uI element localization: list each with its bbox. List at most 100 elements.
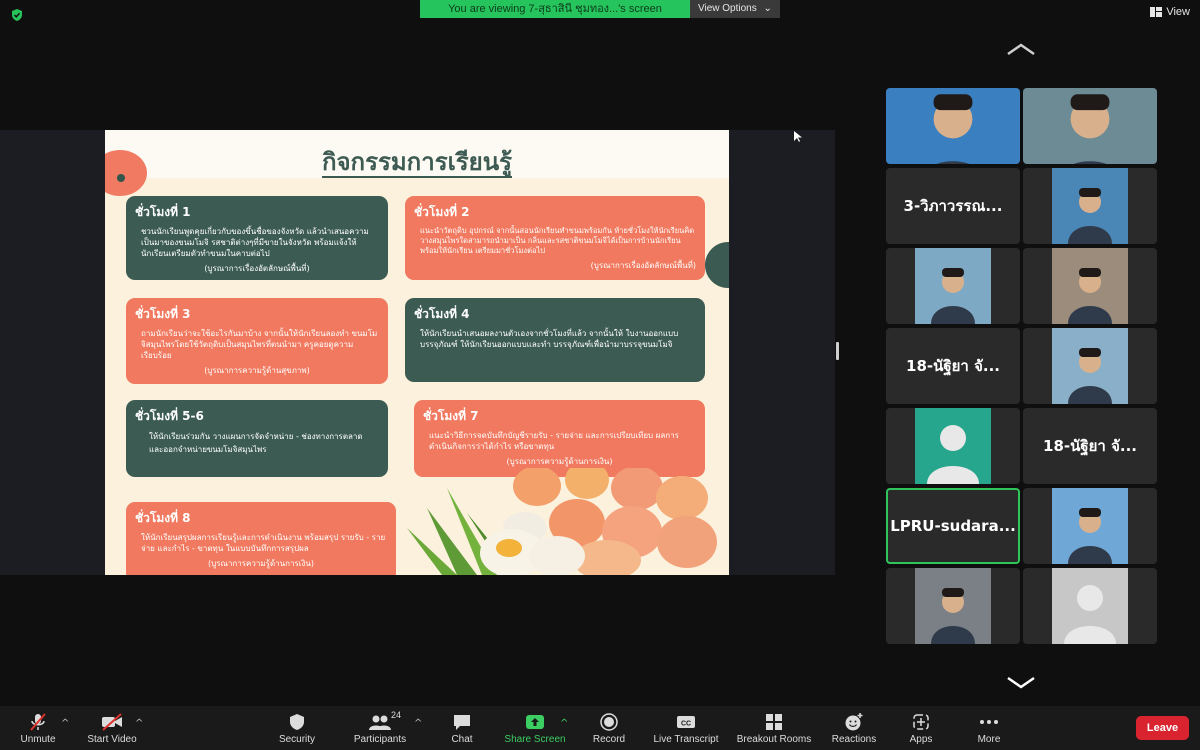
activity-card-hour-1: ชั่วโมงที่ 1 ชวนนักเรียนพูดคุยเกี่ยวกับข… [126, 196, 388, 280]
participant-tile[interactable] [1023, 568, 1157, 644]
participant-video [915, 248, 991, 324]
chevron-down-icon: ⌄ [763, 3, 772, 14]
shared-slide: กิจกรรมการเรียนรู้ ชั่วโมงที่ 1 ชวนนักเร… [105, 130, 729, 575]
participant-name: 18-นัฐิยา จั... [906, 357, 1000, 375]
card-note: (บูรณาการเรื่องอัตลักษณ์พื้นที่) [204, 264, 310, 273]
card-title: ชั่วโมงที่ 1 [135, 205, 191, 219]
participants-button[interactable]: 24 Participants [340, 710, 420, 745]
chat-button[interactable]: Chat [422, 712, 502, 745]
activity-card-hour-3: ชั่วโมงที่ 3 ถามนักเรียนว่าจะใช้อะไรกันม… [126, 298, 388, 384]
share-screen-label: Share Screen [504, 734, 566, 745]
participant-video [1052, 328, 1128, 404]
meeting-toolbar: Unmute ^ Start Video ^ Security 24 Parti… [0, 706, 1200, 750]
record-label: Record [592, 734, 626, 745]
apps-icon [910, 712, 932, 732]
share-options-caret-icon[interactable]: ^ [560, 718, 568, 729]
chat-bubble-icon [451, 712, 473, 732]
split-resize-handle[interactable] [836, 342, 839, 360]
more-label: More [977, 734, 1001, 745]
participant-tile[interactable]: 3-วิภาวรรณ... [886, 168, 1020, 244]
grid-view-icon [1150, 7, 1163, 17]
view-button-label: View [1166, 6, 1190, 18]
video-options-caret-icon[interactable]: ^ [135, 718, 143, 729]
participant-tile[interactable] [886, 408, 1020, 484]
avatar-placeholder-icon [915, 408, 991, 484]
participant-name: 3-วิภาวรรณ... [903, 197, 1003, 215]
more-ellipsis-icon [978, 712, 1000, 732]
audio-options-caret-icon[interactable]: ^ [61, 718, 69, 729]
decorative-circle-right [705, 242, 729, 288]
participant-tile[interactable] [1023, 88, 1157, 164]
card-note: (บูรณาการความรู้ด้านการเงิน) [208, 559, 314, 568]
live-transcript-label: Live Transcript [653, 734, 719, 745]
gallery-scroll-up-icon[interactable] [1006, 42, 1036, 56]
video-off-icon [101, 712, 123, 732]
participant-tile[interactable] [1023, 248, 1157, 324]
card-title: ชั่วโมงที่ 8 [135, 511, 191, 525]
card-note: (บูรณาการความรู้ด้านการเงิน) [506, 457, 613, 466]
view-options-label: View Options [698, 3, 757, 14]
activity-card-hour-8: ชั่วโมงที่ 8 ให้นักเรียนสรุปผลการเรียนรู… [126, 502, 396, 575]
card-title: ชั่วโมงที่ 4 [414, 307, 470, 321]
activity-card-hour-2: ชั่วโมงที่ 2 แนะนำวัตถุดิบ อุปกรณ์ จากนั… [405, 196, 705, 280]
mouse-pointer-icon [794, 131, 802, 142]
participant-tile[interactable] [886, 248, 1020, 324]
gallery-scroll-down-icon[interactable] [1006, 676, 1036, 690]
participant-name: 18-นัฐิยา จั... [1043, 437, 1137, 455]
shield-icon [286, 712, 308, 732]
participant-name: LPRU-sudara... [890, 517, 1016, 535]
apps-label: Apps [909, 734, 933, 745]
closed-caption-icon: CC [675, 712, 697, 732]
breakout-rooms-icon [763, 712, 785, 732]
svg-text:CC: CC [681, 721, 691, 728]
participant-tile[interactable]: 18-นัฐิยา จั... [886, 328, 1020, 404]
participant-video [915, 568, 991, 644]
participants-icon: 24 [369, 710, 401, 732]
breakout-rooms-button[interactable]: Breakout Rooms [734, 712, 814, 745]
participant-tile[interactable] [1023, 328, 1157, 404]
participant-video [1052, 488, 1128, 564]
view-options-button[interactable]: View Options ⌄ [690, 0, 780, 18]
start-video-label: Start Video [87, 734, 137, 745]
live-transcript-button[interactable]: CC Live Transcript [646, 712, 726, 745]
card-body: แนะนำวิธีการจดบันทึกบัญชีรายรับ - รายจ่า… [429, 431, 679, 451]
card-note: (บูรณาการความรู้ด้านสุขภาพ) [204, 366, 310, 375]
avatar-placeholder-icon [1052, 568, 1128, 644]
share-screen-icon [524, 712, 546, 732]
card-body: ชวนนักเรียนพูดคุยเกี่ยวกับของขึ้นชื่อของ… [141, 227, 369, 258]
participants-count: 24 [391, 710, 402, 720]
chat-label: Chat [451, 734, 473, 745]
card-note: (บูรณาการเรื่องอัตลักษณ์พื้นที่) [590, 261, 696, 270]
participant-video [1052, 168, 1128, 244]
participant-tile[interactable] [1023, 168, 1157, 244]
more-button[interactable]: More [949, 712, 1029, 745]
participant-tile[interactable] [886, 88, 1020, 164]
card-body: ให้นักเรียนสรุปผลการเรียนรู้และการดำเนิน… [141, 533, 386, 553]
record-button[interactable]: Record [569, 712, 649, 745]
mochi-food-image [407, 468, 717, 575]
participant-video [1023, 88, 1157, 164]
smiley-icon [843, 712, 865, 732]
record-icon [598, 712, 620, 732]
slide-title: กิจกรรมการเรียนรู้ [321, 148, 513, 178]
activity-card-hour-4: ชั่วโมงที่ 4 ให้นักเรียนนำเสนอผลงานตัวเอ… [405, 298, 705, 382]
zoom-window: You are viewing 7-สุธาสินี ชุมทอง...'s s… [0, 0, 1200, 750]
unmute-label: Unmute [20, 734, 56, 745]
participant-tile[interactable]: LPRU-sudara... [886, 488, 1020, 564]
card-title: ชั่วโมงที่ 5-6 [135, 409, 204, 423]
card-title: ชั่วโมงที่ 2 [414, 205, 470, 219]
card-body: ให้นักเรียนนำเสนอผลงานตัวเองจากชั่วโมงที… [420, 329, 679, 349]
security-button[interactable]: Security [257, 712, 337, 745]
security-shield-icon[interactable] [10, 8, 24, 22]
participant-tile[interactable]: 18-นัฐิยา จั... [1023, 408, 1157, 484]
reactions-label: Reactions [831, 734, 877, 745]
leave-button[interactable]: Leave [1136, 716, 1189, 740]
participant-video [1052, 248, 1128, 324]
participant-tile[interactable] [1023, 488, 1157, 564]
participant-tile[interactable] [886, 568, 1020, 644]
security-label: Security [278, 734, 316, 745]
breakout-rooms-label: Breakout Rooms [736, 734, 812, 745]
microphone-muted-icon [27, 712, 49, 732]
participants-label: Participants [353, 734, 407, 745]
view-button[interactable]: View [1150, 6, 1190, 18]
